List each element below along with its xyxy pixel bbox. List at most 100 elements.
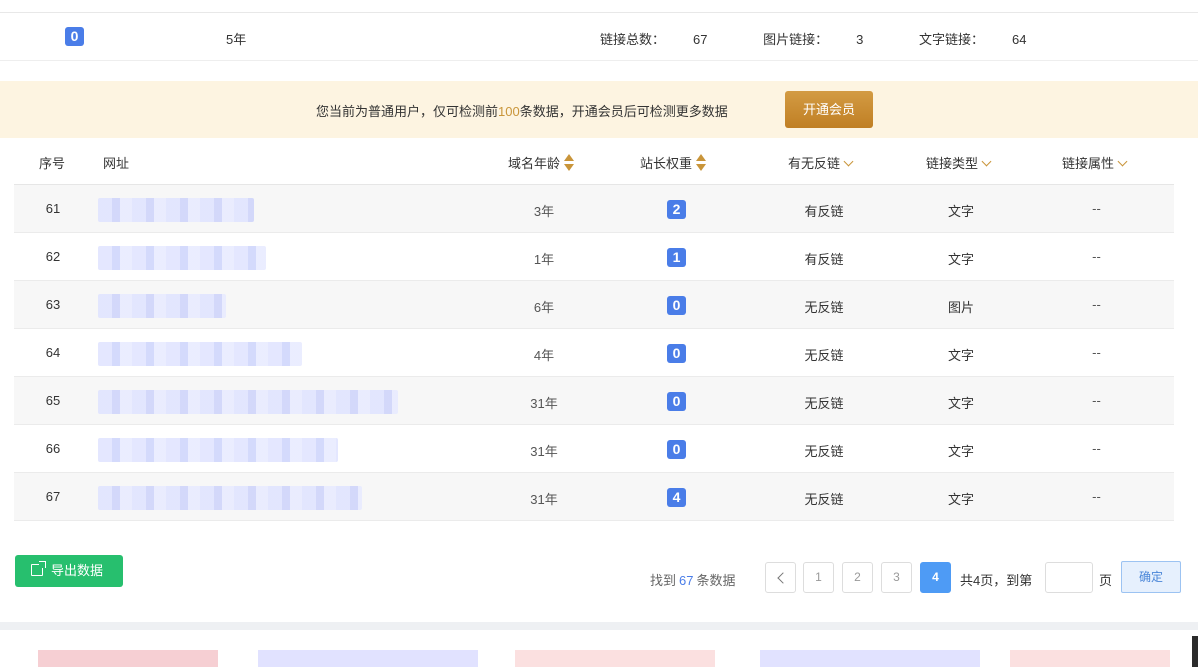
sort-icon[interactable] <box>564 153 575 172</box>
table-row: 62 1年 1 有反链 文字 -- <box>14 233 1174 281</box>
weight-badge: 1 <box>667 248 686 267</box>
link-stats: 链接总数： 67 图片链接： 3 文字链接： 64 <box>600 29 1078 48</box>
row-url-blurred[interactable] <box>98 342 302 366</box>
table-body: 61 3年 2 有反链 文字 -- 62 1年 1 有反链 文字 -- 63 6… <box>14 185 1174 521</box>
table-row: 65 31年 0 无反链 文字 -- <box>14 377 1174 425</box>
page-button-2[interactable]: 2 <box>842 562 873 593</box>
row-link-type: 文字 <box>947 348 974 363</box>
ad-banner[interactable] <box>258 650 478 667</box>
sort-icon[interactable] <box>696 153 707 172</box>
row-link-type: 文字 <box>947 492 974 507</box>
row-backlink: 无反链 <box>804 300 844 315</box>
row-backlink: 有反链 <box>804 252 844 267</box>
row-link-type: 图片 <box>947 300 974 315</box>
weight-badge: 0 <box>667 344 686 363</box>
chevron-down-icon[interactable] <box>1117 156 1128 167</box>
row-domain-age: 31年 <box>530 396 558 411</box>
row-weight: 0 <box>614 296 739 315</box>
row-url-blurred[interactable] <box>98 198 254 222</box>
ad-banner[interactable] <box>1010 650 1170 667</box>
row-domain-age: 31年 <box>530 492 558 507</box>
row-link-type: 文字 <box>947 252 974 267</box>
row-url-blurred[interactable] <box>98 438 338 462</box>
export-icon <box>31 561 46 576</box>
result-card: 0 5年 链接总数： 67 图片链接： 3 文字链接： 64 您当前为普通用户，仅可检… <box>0 0 1198 622</box>
chevron-down-icon[interactable] <box>843 156 854 167</box>
row-url-blurred[interactable] <box>98 246 266 270</box>
scrollbar[interactable] <box>1192 636 1198 667</box>
row-link-type: 文字 <box>947 204 974 219</box>
header-link-type[interactable]: 链接类型 <box>926 153 992 172</box>
prev-page-button[interactable] <box>765 562 796 593</box>
table-row: 61 3年 2 有反链 文字 -- <box>14 185 1174 233</box>
table-row: 67 31年 4 无反链 文字 -- <box>14 473 1174 521</box>
header-domain-age[interactable]: 域名年龄 <box>508 153 575 174</box>
header-backlink[interactable]: 有无反链 <box>788 153 854 172</box>
header-link-attr[interactable]: 链接属性 <box>1062 153 1128 172</box>
stat-image: 图片链接： 3 <box>763 32 864 47</box>
header-index: 序号 <box>39 156 66 171</box>
row-domain-age: 1年 <box>533 252 555 267</box>
open-membership-button[interactable]: 开通会员 <box>785 91 873 128</box>
row-link-attr: -- <box>1092 345 1101 360</box>
export-data-button[interactable]: 导出数据 <box>15 555 123 587</box>
row-index: 62 <box>45 249 61 264</box>
chevron-down-icon[interactable] <box>981 156 992 167</box>
row-link-attr: -- <box>1092 393 1101 408</box>
row-link-attr: -- <box>1092 441 1101 456</box>
page-button-1[interactable]: 1 <box>803 562 834 593</box>
row-index: 67 <box>45 489 61 504</box>
confirm-button[interactable]: 确定 <box>1121 561 1181 593</box>
row-weight: 4 <box>614 488 739 507</box>
links-table: 序号 网址 域名年龄 站长权重 有无反链 链接类型 链接属性 61 3年 2 有… <box>14 138 1174 521</box>
row-index: 65 <box>45 393 61 408</box>
row-link-type: 文字 <box>947 396 974 411</box>
stat-text: 文字链接： 64 <box>918 32 1027 47</box>
table-row: 63 6年 0 无反链 图片 -- <box>14 281 1174 329</box>
row-domain-age: 31年 <box>530 444 558 459</box>
row-url-blurred[interactable] <box>98 294 226 318</box>
row-backlink: 无反链 <box>804 492 844 507</box>
row-backlink: 有反链 <box>804 204 844 219</box>
ad-banner[interactable] <box>38 650 218 667</box>
row-url-blurred[interactable] <box>98 486 362 510</box>
weight-badge: 0 <box>667 392 686 411</box>
row-weight: 0 <box>614 344 739 363</box>
row-index: 64 <box>45 345 61 360</box>
row-weight: 0 <box>614 392 739 411</box>
row-backlink: 无反链 <box>804 396 844 411</box>
row-index: 63 <box>45 297 61 312</box>
row-index: 61 <box>45 201 61 216</box>
row-weight: 1 <box>614 248 739 267</box>
weight-badge: 0 <box>667 440 686 459</box>
weight-badge: 0 <box>667 296 686 315</box>
row-domain-age: 6年 <box>533 300 555 315</box>
row-weight: 2 <box>614 200 739 219</box>
page-button-3[interactable]: 3 <box>881 562 912 593</box>
row-url-blurred[interactable] <box>98 390 398 414</box>
total-pages-text: 共4页，到第 <box>960 573 1033 588</box>
ad-banner[interactable] <box>515 650 715 667</box>
footer-ad-strip <box>0 630 1198 667</box>
ad-banner[interactable] <box>760 650 980 667</box>
weight-badge: 4 <box>667 488 686 507</box>
result-count: 找到 67 条数据 <box>650 573 736 588</box>
row-backlink: 无反链 <box>804 348 844 363</box>
goto-page-input[interactable] <box>1045 562 1093 593</box>
row-link-attr: -- <box>1092 297 1101 312</box>
header-weight[interactable]: 站长权重 <box>640 153 707 174</box>
stat-total: 链接总数： 67 <box>600 32 708 47</box>
row-domain-age: 4年 <box>533 348 555 363</box>
table-row: 64 4年 0 无反链 文字 -- <box>14 329 1174 377</box>
row-link-attr: -- <box>1092 201 1101 216</box>
membership-banner: 您当前为普通用户，仅可检测前100条数据，开通会员后可检测更多数据 开通会员 <box>0 81 1198 138</box>
weight-badge: 0 <box>65 27 84 46</box>
page-button-4[interactable]: 4 <box>920 562 951 593</box>
summary-row: 0 5年 链接总数： 67 图片链接： 3 文字链接： 64 <box>0 13 1198 61</box>
row-weight: 0 <box>614 440 739 459</box>
membership-message: 您当前为普通用户，仅可检测前100条数据，开通会员后可检测更多数据 <box>316 104 728 119</box>
row-index: 66 <box>45 441 61 456</box>
weight-badge: 2 <box>667 200 686 219</box>
row-backlink: 无反链 <box>804 444 844 459</box>
table-row: 66 31年 0 无反链 文字 -- <box>14 425 1174 473</box>
